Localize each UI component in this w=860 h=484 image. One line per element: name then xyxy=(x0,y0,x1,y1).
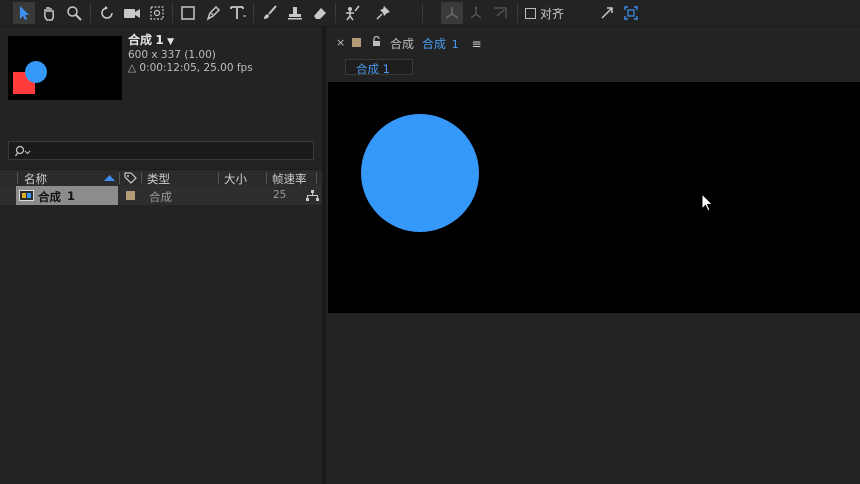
puppet-pin-tool-icon[interactable] xyxy=(372,2,394,24)
comp-resolution: 600 x 337 (1.00) xyxy=(128,49,216,61)
rotation-tool-icon[interactable] xyxy=(96,2,118,24)
comp-label-swatch xyxy=(352,38,361,47)
clone-stamp-tool-icon[interactable] xyxy=(284,2,306,24)
comp-panel-prefix: 合成 xyxy=(390,37,415,51)
snap-option-icon[interactable] xyxy=(596,2,618,24)
brush-tool-icon[interactable] xyxy=(259,2,281,24)
zoom-tool-icon[interactable] xyxy=(63,2,85,24)
rectangle-tool-icon[interactable] xyxy=(177,2,199,24)
comp-info-number: 1 xyxy=(155,33,164,47)
item-fps: 25 xyxy=(273,189,287,201)
column-size-header[interactable]: 大小 xyxy=(224,171,247,187)
viewer-footer xyxy=(326,313,860,484)
dropdown-arrow-icon[interactable]: ▼ xyxy=(167,37,174,47)
view-axis-mode-icon[interactable] xyxy=(489,2,511,24)
checkbox-icon xyxy=(525,7,536,19)
hand-tool-icon[interactable] xyxy=(38,2,60,24)
label-tag-icon[interactable] xyxy=(124,172,137,184)
eraser-tool-icon[interactable] xyxy=(309,2,331,24)
composition-icon xyxy=(19,190,34,201)
toolbar: 对齐 xyxy=(0,0,860,27)
blue-circle-layer[interactable] xyxy=(361,114,479,232)
column-fps-header[interactable]: 帧速率 xyxy=(272,171,307,187)
world-axis-mode-icon[interactable] xyxy=(465,2,487,24)
project-search-input[interactable] xyxy=(8,141,314,160)
project-column-headers: 名称 类型 大小 帧速率 xyxy=(0,169,322,187)
column-type-header[interactable]: 类型 xyxy=(147,171,170,187)
item-number: 1 xyxy=(67,189,76,203)
snapping-label: 对齐 xyxy=(540,6,565,21)
snapping-checkbox[interactable]: 对齐 xyxy=(525,5,564,21)
comp-panel-number: 1 xyxy=(451,38,459,51)
comp-info-name-text: 合成 xyxy=(128,33,153,47)
item-type: 合成 xyxy=(149,190,172,204)
comp-info-name: 合成 1 ▼ xyxy=(128,34,253,49)
comp-viewer-tab-label: 合成 1 xyxy=(356,62,390,76)
pen-tool-icon[interactable] xyxy=(202,2,224,24)
thumb-circle xyxy=(25,61,47,83)
lock-icon[interactable] xyxy=(372,36,381,47)
comp-viewer-tab[interactable]: 合成 1 xyxy=(345,59,413,76)
comp-panel-tab[interactable]: 合成 合成 1 ≡ xyxy=(390,35,482,52)
label-color-swatch[interactable] xyxy=(126,191,135,200)
snap-features-icon[interactable] xyxy=(620,2,642,24)
comp-panel-menu-icon[interactable]: ≡ xyxy=(472,37,482,51)
close-tab-icon[interactable]: × xyxy=(336,36,345,49)
comp-thumbnail xyxy=(8,36,122,100)
flowchart-icon[interactable] xyxy=(306,190,319,202)
pan-behind-tool-icon[interactable] xyxy=(146,2,168,24)
local-axis-mode-icon[interactable] xyxy=(441,2,463,24)
comp-duration: △ 0:00:12:05, 25.00 fps xyxy=(128,62,253,74)
comp-panel-name: 合成 xyxy=(421,37,446,51)
mouse-cursor-icon xyxy=(701,193,714,212)
sort-ascending-icon[interactable] xyxy=(104,175,115,181)
column-name-header[interactable]: 名称 xyxy=(24,171,47,187)
comp-info: 合成 1 ▼ 600 x 337 (1.00) △ 0:00:12:05, 25… xyxy=(128,34,253,75)
roto-brush-tool-icon[interactable] xyxy=(341,2,363,24)
type-tool-icon[interactable] xyxy=(227,2,249,24)
selection-tool-icon[interactable] xyxy=(13,2,35,24)
camera-tool-icon[interactable] xyxy=(121,2,143,24)
item-name: 合成 xyxy=(38,190,61,204)
search-icon xyxy=(15,145,31,157)
project-item-row[interactable]: 合成 1 合成 25 xyxy=(0,186,322,205)
